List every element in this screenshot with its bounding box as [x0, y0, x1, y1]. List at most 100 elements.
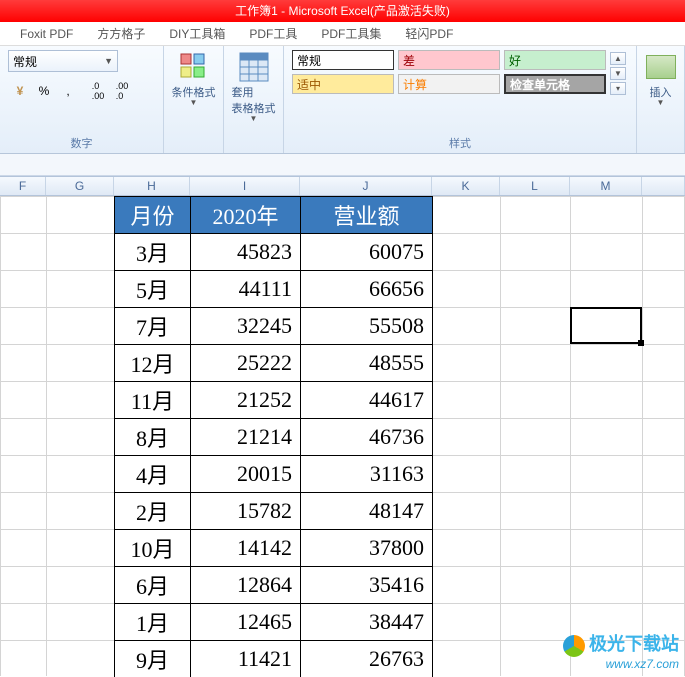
ribbon-tab-2[interactable]: DIY工具箱 [157, 22, 237, 46]
cell[interactable]: 44617 [301, 382, 433, 419]
column-header-end[interactable] [642, 177, 685, 195]
ribbon-tab-3[interactable]: PDF工具 [237, 22, 309, 46]
cell[interactable]: 55508 [301, 308, 433, 345]
number-format-value: 常规 [13, 53, 37, 70]
percent-button[interactable]: % [32, 80, 56, 102]
cell[interactable]: 21214 [191, 419, 301, 456]
cell[interactable]: 35416 [301, 567, 433, 604]
number-group-label: 数字 [8, 135, 155, 151]
column-header-F[interactable]: F [0, 177, 46, 195]
cell[interactable]: 11月 [115, 382, 191, 419]
table-row[interactable]: 4月2001531163 [115, 456, 433, 493]
cell[interactable]: 3月 [115, 234, 191, 271]
style-gallery-more-button[interactable]: ▾ [610, 82, 626, 95]
decrease-decimal-button[interactable]: .00.0 [110, 80, 134, 102]
cell[interactable]: 48555 [301, 345, 433, 382]
table-row[interactable]: 9月1142126763 [115, 641, 433, 677]
conditional-format-button[interactable]: 条件格式 ▼ [172, 50, 216, 107]
cell[interactable]: 37800 [301, 530, 433, 567]
table-row[interactable]: 1月1246538447 [115, 604, 433, 641]
cell[interactable]: 60075 [301, 234, 433, 271]
currency-button[interactable]: ¥ [8, 80, 32, 102]
cell[interactable]: 7月 [115, 308, 191, 345]
increase-decimal-button[interactable]: .0.00 [86, 80, 110, 102]
window-title-bar: 工作簿1 - Microsoft Excel(产品激活失败) [0, 0, 685, 22]
chevron-down-icon: ▼ [104, 56, 113, 66]
table-header[interactable]: 2020年 [191, 197, 301, 234]
cell[interactable]: 9月 [115, 641, 191, 677]
data-table[interactable]: 月份2020年营业额3月45823600755月44111666567月3224… [114, 196, 433, 677]
cell[interactable]: 45823 [191, 234, 301, 271]
ribbon-tab-5[interactable]: 轻闪PDF [393, 22, 465, 46]
number-format-select[interactable]: 常规 ▼ [8, 50, 118, 72]
column-header-L[interactable]: L [500, 177, 570, 195]
column-header-K[interactable]: K [432, 177, 500, 195]
spreadsheet-grid[interactable]: FGHIJKLM 月份2020年营业额3月45823600755月4411166… [0, 176, 685, 677]
insert-button[interactable]: 插入 ▼ [639, 50, 683, 107]
comma-button[interactable]: , [56, 80, 80, 102]
cell[interactable]: 20015 [191, 456, 301, 493]
style-scroll-down-button[interactable]: ▼ [610, 67, 626, 80]
cell[interactable]: 12465 [191, 604, 301, 641]
cell[interactable]: 46736 [301, 419, 433, 456]
table-row[interactable]: 10月1414237800 [115, 530, 433, 567]
cell[interactable]: 4月 [115, 456, 191, 493]
cell[interactable]: 15782 [191, 493, 301, 530]
cell[interactable]: 1月 [115, 604, 191, 641]
style-normal[interactable]: 常规 [292, 50, 394, 70]
cell[interactable]: 14142 [191, 530, 301, 567]
style-check-cell[interactable]: 检查单元格 [504, 74, 606, 94]
cell[interactable]: 38447 [301, 604, 433, 641]
table-row[interactable]: 5月4411166656 [115, 271, 433, 308]
cell[interactable]: 31163 [301, 456, 433, 493]
ribbon-tab-4[interactable]: PDF工具集 [309, 22, 393, 46]
column-header-J[interactable]: J [300, 177, 432, 195]
insert-group: 插入 ▼ [637, 46, 685, 153]
style-gallery-scroll: ▲ ▼ ▾ [610, 50, 628, 95]
cell[interactable]: 8月 [115, 419, 191, 456]
cell[interactable]: 12月 [115, 345, 191, 382]
cell[interactable]: 12864 [191, 567, 301, 604]
style-scroll-up-button[interactable]: ▲ [610, 52, 626, 65]
column-header-G[interactable]: G [46, 177, 114, 195]
cell[interactable]: 10月 [115, 530, 191, 567]
cell[interactable]: 32245 [191, 308, 301, 345]
ribbon-tab-0[interactable]: Foxit PDF [8, 22, 85, 46]
cell-styles-group: 常规 适中 差 计算 好 检查单元格 ▲ ▼ ▾ 样式 [284, 46, 637, 153]
table-row[interactable]: 3月4582360075 [115, 234, 433, 271]
cell[interactable]: 48147 [301, 493, 433, 530]
table-header[interactable]: 营业额 [301, 197, 433, 234]
cell[interactable]: 2月 [115, 493, 191, 530]
ribbon-tabs: Foxit PDF方方格子DIY工具箱PDF工具PDF工具集轻闪PDF [0, 22, 685, 46]
column-headers-row: FGHIJKLM [0, 176, 685, 196]
chevron-down-icon: ▼ [250, 114, 258, 123]
style-calc[interactable]: 计算 [398, 74, 500, 94]
formula-bar[interactable] [0, 154, 685, 176]
ribbon-tab-1[interactable]: 方方格子 [85, 22, 157, 46]
cell[interactable]: 44111 [191, 271, 301, 308]
table-row[interactable]: 2月1578248147 [115, 493, 433, 530]
table-format-button[interactable]: 套用 表格格式 ▼ [232, 50, 276, 123]
cell[interactable]: 6月 [115, 567, 191, 604]
cell[interactable]: 66656 [301, 271, 433, 308]
table-row[interactable]: 11月2125244617 [115, 382, 433, 419]
table-format-label: 套用 表格格式 [232, 84, 276, 116]
column-header-H[interactable]: H [114, 177, 190, 195]
table-row[interactable]: 6月1286435416 [115, 567, 433, 604]
number-group: 常规 ▼ ¥ % , .0.00 .00.0 数字 [0, 46, 164, 153]
column-header-I[interactable]: I [190, 177, 300, 195]
cells-area[interactable]: 月份2020年营业额3月45823600755月44111666567月3224… [0, 196, 685, 676]
table-header[interactable]: 月份 [115, 197, 191, 234]
cell[interactable]: 26763 [301, 641, 433, 677]
table-row[interactable]: 7月3224555508 [115, 308, 433, 345]
column-header-M[interactable]: M [570, 177, 642, 195]
style-bad[interactable]: 差 [398, 50, 500, 70]
style-good[interactable]: 好 [504, 50, 606, 70]
cell[interactable]: 11421 [191, 641, 301, 677]
cell[interactable]: 5月 [115, 271, 191, 308]
table-row[interactable]: 8月2121446736 [115, 419, 433, 456]
cell[interactable]: 21252 [191, 382, 301, 419]
style-neutral[interactable]: 适中 [292, 74, 394, 94]
cell[interactable]: 25222 [191, 345, 301, 382]
table-row[interactable]: 12月2522248555 [115, 345, 433, 382]
